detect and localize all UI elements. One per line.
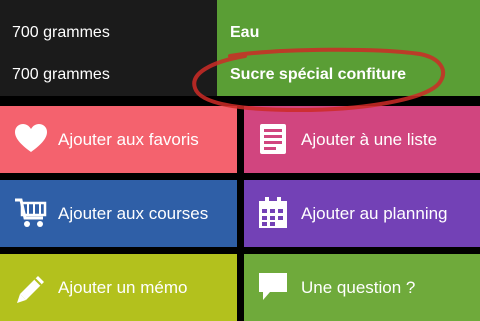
add-memo-button[interactable]: Ajouter un mémo: [0, 254, 237, 321]
list-icon: [256, 122, 290, 156]
action-label: Ajouter à une liste: [301, 130, 438, 149]
add-to-shopping-button[interactable]: Ajouter aux courses: [0, 180, 237, 247]
heart-icon: [14, 122, 48, 156]
action-label: Ajouter aux courses: [58, 204, 209, 223]
ingredient-list: 700 grammes 700 grammes Eau Sucre spécia…: [0, 0, 480, 96]
add-to-favorites-button[interactable]: Ajouter aux favoris: [0, 106, 237, 173]
add-to-list-button[interactable]: Ajouter à une liste: [244, 106, 480, 173]
cart-icon: [14, 196, 48, 230]
ingredient-quantity: 700 grammes: [12, 24, 110, 41]
speech-bubble-icon: [256, 270, 290, 304]
action-label: Ajouter un mémo: [58, 278, 188, 297]
action-label: Une question ?: [301, 278, 416, 297]
action-label: Ajouter aux favoris: [58, 130, 199, 149]
ask-question-button[interactable]: Une question ?: [244, 254, 480, 321]
pencil-icon: [14, 270, 48, 304]
ingredient-name: Sucre spécial confiture: [230, 66, 407, 83]
ingredient-quantity: 700 grammes: [12, 66, 110, 83]
ingredient-name: Eau: [230, 24, 260, 41]
ingredient-name-column: Eau Sucre spécial confiture: [217, 0, 480, 96]
calendar-icon: [256, 196, 290, 230]
action-label: Ajouter au planning: [301, 204, 448, 223]
quantity-column: 700 grammes 700 grammes: [0, 0, 217, 96]
add-to-planning-button[interactable]: Ajouter au planning: [244, 180, 480, 247]
